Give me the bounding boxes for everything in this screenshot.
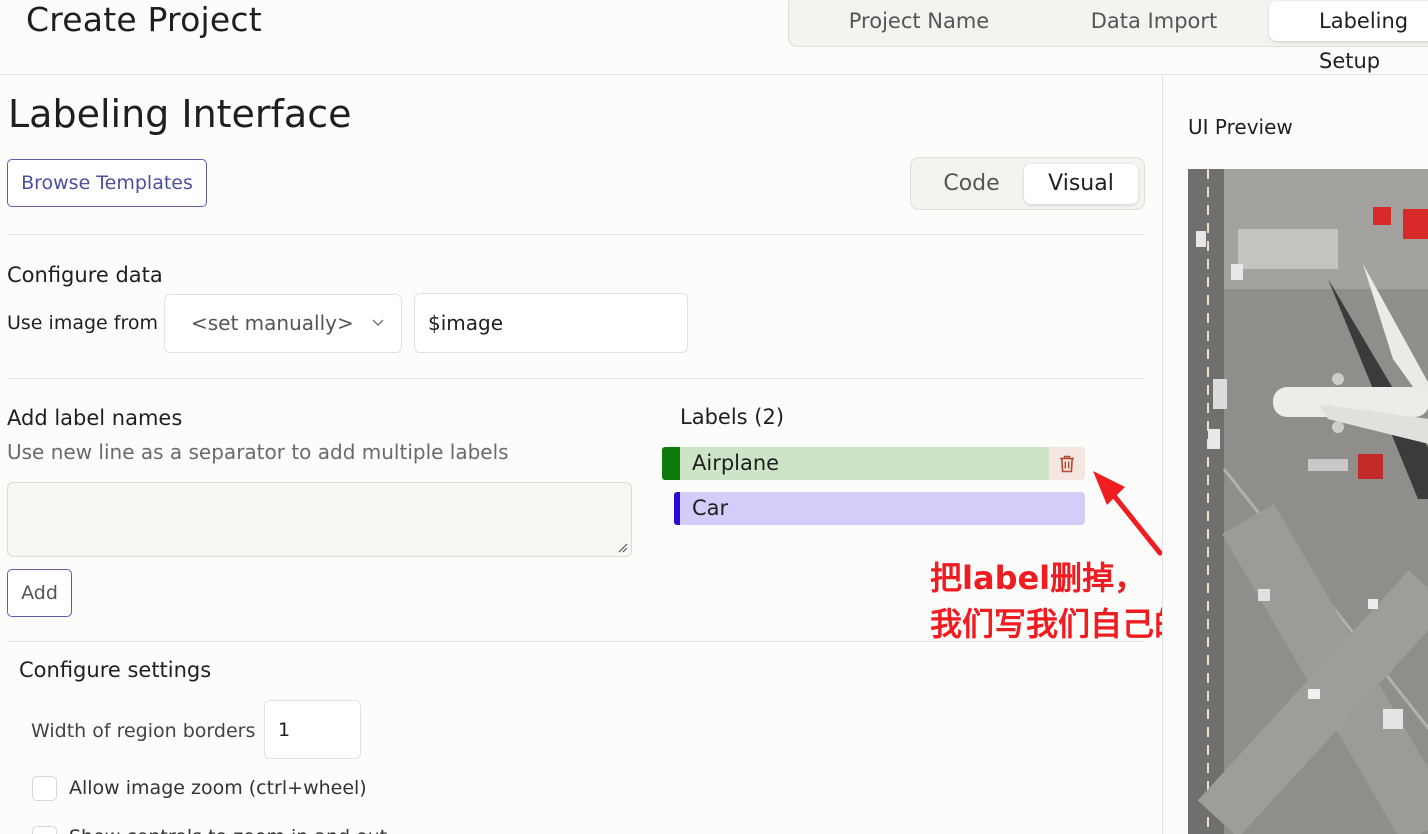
divider <box>7 234 1145 235</box>
ui-preview-panel: UI Preview <box>1162 75 1428 834</box>
image-zoom-checkbox[interactable] <box>32 776 57 801</box>
visual-tab[interactable]: Visual <box>1024 164 1138 204</box>
preview-image[interactable] <box>1188 169 1428 834</box>
label-item-name: Car <box>692 496 729 520</box>
zoom-controls-label: Show controls to zoom in and out <box>69 826 387 834</box>
label-item-airplane[interactable]: Airplane <box>662 447 1085 480</box>
label-names-hint: Use new line as a separator to add multi… <box>7 440 509 464</box>
label-names-textarea[interactable] <box>7 482 632 557</box>
image-source-select[interactable]: <set manually> <box>164 294 402 353</box>
resize-grip-icon[interactable] <box>618 543 628 553</box>
image-zoom-label: Allow image zoom (ctrl+wheel) <box>69 777 367 799</box>
configure-data-title: Configure data <box>7 263 163 287</box>
header: Create Project Project Name Data Import … <box>0 0 1428 75</box>
labels-title: Labels (2) <box>680 405 785 429</box>
project-stepper: Project Name Data Import Labeling Setup <box>788 0 1428 73</box>
divider <box>7 378 1145 379</box>
region-border-width-label: Width of region borders <box>31 720 256 742</box>
label-color-swatch <box>674 492 680 525</box>
image-source-label: Use image from <box>7 312 158 334</box>
add-label-names-title: Add label names <box>7 406 183 430</box>
delete-label-button[interactable] <box>1049 447 1085 480</box>
divider <box>7 641 1145 642</box>
page-title: Create Project <box>26 0 262 39</box>
zoom-controls-checkbox[interactable] <box>32 826 57 834</box>
ui-preview-title: UI Preview <box>1188 115 1293 139</box>
image-source-select-value: <set manually> <box>191 311 354 335</box>
step-data-import[interactable]: Data Import <box>1069 1 1239 41</box>
code-tab[interactable]: Code <box>919 164 1024 204</box>
annotation-note: 把label删掉， 我们写我们自己的 <box>930 555 1186 647</box>
add-label-button[interactable]: Add <box>7 569 72 617</box>
step-project-name[interactable]: Project Name <box>829 1 1009 41</box>
chevron-down-icon <box>371 295 385 377</box>
image-source-input[interactable] <box>414 293 688 353</box>
airport-image <box>1188 169 1428 834</box>
step-labeling-setup[interactable]: Labeling Setup <box>1269 1 1428 73</box>
configure-settings-title: Configure settings <box>19 658 212 682</box>
annotation-line-1: 把label删掉， <box>930 559 1147 597</box>
label-item-car[interactable]: Car <box>674 492 1085 525</box>
label-color-swatch <box>662 447 680 480</box>
trash-icon <box>1060 455 1074 472</box>
code-visual-toggle: Code Visual <box>910 157 1145 210</box>
label-item-name: Airplane <box>692 451 780 475</box>
browse-templates-button[interactable]: Browse Templates <box>7 159 207 207</box>
labeling-interface-title: Labeling Interface <box>8 92 352 136</box>
region-border-width-input[interactable] <box>264 700 361 759</box>
